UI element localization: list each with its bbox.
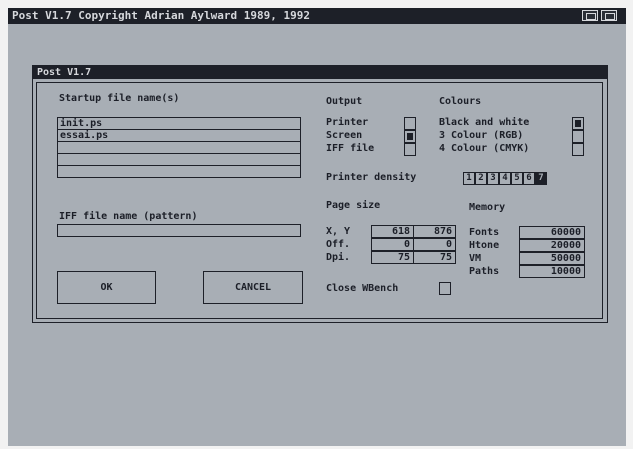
startup-file-field-5[interactable] — [57, 165, 301, 178]
dpi-x-field[interactable]: 75 — [371, 251, 414, 264]
colour-rgb-label: 3 Colour (RGB) — [439, 130, 524, 141]
dpi-y-field[interactable]: 75 — [413, 251, 456, 264]
close-wbench-checkbox[interactable] — [439, 282, 451, 295]
density-option-5[interactable]: 5 — [511, 172, 523, 185]
cancel-button[interactable]: CANCEL — [203, 271, 303, 304]
ok-button[interactable]: OK — [57, 271, 156, 304]
colour-rgb-checkbox[interactable] — [572, 130, 584, 143]
output-screen-checkbox[interactable] — [404, 130, 416, 143]
depth-back-gadget-icon[interactable] — [582, 10, 598, 21]
output-printer-label: Printer — [326, 117, 369, 128]
amiga-screen: Post V1.7 Copyright Adrian Aylward 1989,… — [8, 8, 626, 446]
close-wbench-label: Close WBench — [326, 283, 399, 294]
printer-density-label: Printer density — [326, 172, 417, 183]
iff-pattern-label: IFF file name (pattern) — [59, 211, 198, 222]
page-dpi-label: Dpi. — [326, 252, 351, 263]
colour-bw-label: Black and white — [439, 117, 530, 128]
density-option-7[interactable]: 7 — [535, 172, 547, 185]
depth-front-gadget-icon[interactable] — [601, 10, 617, 21]
density-option-6[interactable]: 6 — [523, 172, 535, 185]
colour-cmyk-label: 4 Colour (CMYK) — [439, 143, 530, 154]
output-iff-label: IFF file — [326, 143, 375, 154]
page-x-field[interactable]: 618 — [371, 225, 414, 238]
memory-htone-field[interactable]: 20000 — [519, 239, 585, 252]
offset-x-field[interactable]: 0 — [371, 238, 414, 251]
memory-vm-field[interactable]: 50000 — [519, 252, 585, 265]
colour-bw-checkbox[interactable] — [572, 117, 584, 130]
memory-htone-label: Htone — [469, 240, 500, 251]
density-option-4[interactable]: 4 — [499, 172, 511, 185]
window-title: Post V1.7 — [37, 67, 92, 78]
density-option-3[interactable]: 3 — [487, 172, 499, 185]
colours-label: Colours — [439, 96, 482, 107]
memory-paths-field[interactable]: 10000 — [519, 265, 585, 278]
page-xy-label: X, Y — [326, 226, 351, 237]
memory-vm-label: VM — [469, 253, 482, 264]
colour-cmyk-checkbox[interactable] — [572, 143, 584, 156]
output-printer-checkbox[interactable] — [404, 117, 416, 130]
memory-label: Memory — [469, 202, 506, 213]
post-dialog-window: Post V1.7 Startup file name(s) init.ps e… — [32, 65, 608, 323]
output-label: Output — [326, 96, 363, 107]
page-y-field[interactable]: 876 — [413, 225, 456, 238]
memory-paths-label: Paths — [469, 266, 500, 277]
density-option-2[interactable]: 2 — [475, 172, 487, 185]
memory-fonts-label: Fonts — [469, 227, 500, 238]
page-offset-label: Off. — [326, 239, 351, 250]
screen-title-bar[interactable]: Post V1.7 Copyright Adrian Aylward 1989,… — [8, 8, 626, 24]
page-size-label: Page size — [326, 200, 381, 211]
output-iff-checkbox[interactable] — [404, 143, 416, 156]
density-option-1[interactable]: 1 — [463, 172, 475, 185]
dialog-panel: Startup file name(s) init.ps essai.ps IF… — [36, 82, 603, 319]
screen-title: Post V1.7 Copyright Adrian Aylward 1989,… — [12, 9, 311, 22]
memory-fonts-field[interactable]: 60000 — [519, 226, 585, 239]
window-title-bar[interactable]: Post V1.7 — [33, 66, 607, 79]
startup-files-label: Startup file name(s) — [59, 93, 180, 104]
iff-pattern-field[interactable] — [57, 224, 301, 237]
output-screen-label: Screen — [326, 130, 363, 141]
offset-y-field[interactable]: 0 — [413, 238, 456, 251]
